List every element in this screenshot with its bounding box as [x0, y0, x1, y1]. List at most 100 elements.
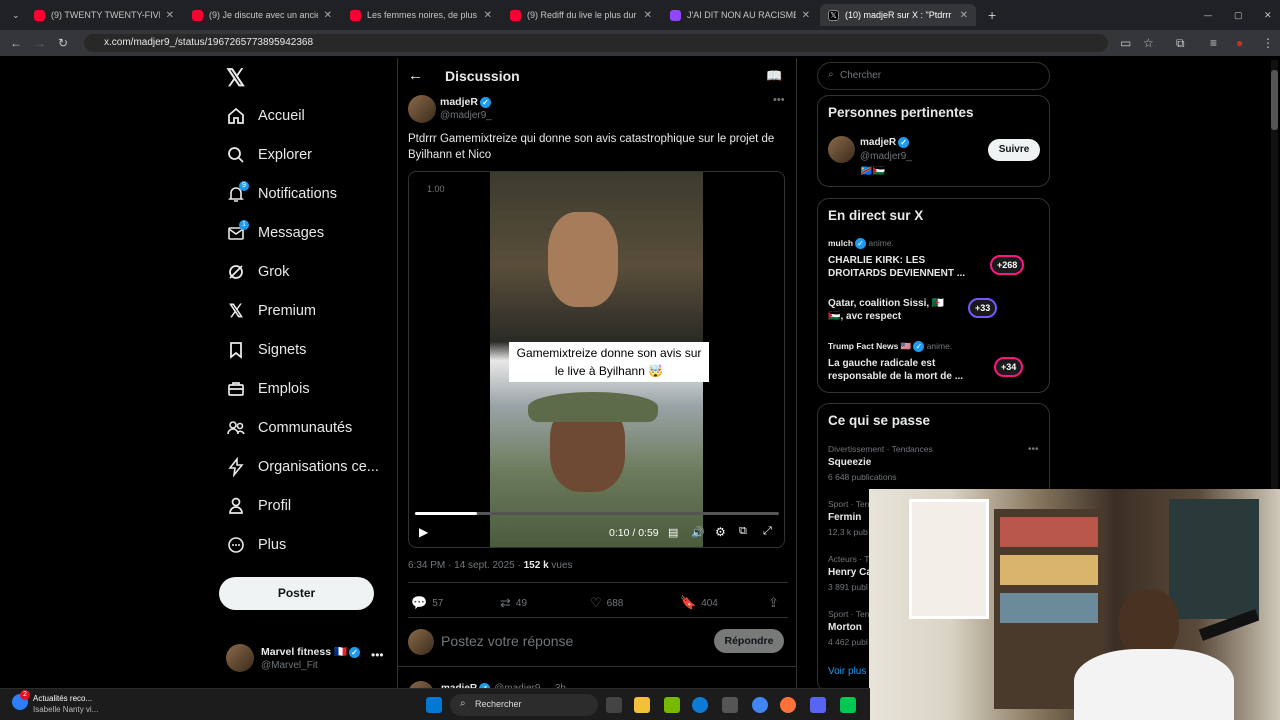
close-icon[interactable]: ✕ [166, 10, 174, 21]
live-item[interactable]: Trump Fact News 🇺🇸 ✓ anime. La gauche rad… [828, 341, 1043, 387]
captions-icon[interactable]: ▤ [668, 526, 678, 539]
post-more-icon[interactable]: ••• [773, 94, 785, 106]
repost-button[interactable]: ⇄ 49 [500, 595, 527, 611]
browser-tab-active[interactable]: 𝕏 (10) madjeR sur X : "Ptdrrr Gam ✕ [820, 4, 976, 26]
window-close-button[interactable]: ✕ [1256, 4, 1272, 26]
fullscreen-icon[interactable]: ⤢ [763, 525, 772, 538]
close-icon[interactable]: ✕ [484, 10, 492, 21]
taskbar-search[interactable]: ⌕ Rechercher [450, 694, 598, 716]
trend-item[interactable]: Divertissement · Tendances Squeezie 6 648 … [828, 444, 1043, 482]
task-view-icon[interactable] [606, 697, 622, 713]
trend-more-icon[interactable]: ••• [1028, 444, 1039, 455]
news-title[interactable]: Actualités reco... [33, 694, 92, 703]
trend-count: 6 648 publications [828, 472, 897, 482]
playback-speed[interactable]: 1.00 [427, 184, 445, 194]
sidebar-item-signets[interactable]: Signets [226, 340, 306, 360]
video-progress-track[interactable] [415, 512, 779, 515]
trend-count: 3 891 publ [828, 582, 868, 592]
sidebar-item-accueil[interactable]: Accueil [226, 106, 305, 126]
media-icon[interactable]: ≡ [1210, 36, 1217, 50]
edge-icon[interactable] [692, 697, 708, 713]
reload-icon[interactable]: ↻ [58, 36, 68, 50]
sidebar-item-notifications[interactable]: 9 Notifications [226, 181, 337, 204]
sidebar-item-emplois[interactable]: Emplois [226, 379, 310, 399]
news-widget-icon[interactable]: 2 [12, 690, 30, 710]
back-icon[interactable]: ← [10, 36, 22, 50]
avatar[interactable] [828, 136, 855, 163]
chrome-icon[interactable] [752, 697, 768, 713]
live-text: CHARLIE KIRK: LES DROITARDS DEVIENNENT .… [828, 255, 966, 280]
maximize-button[interactable]: ▢ [1226, 4, 1242, 26]
browser-tab[interactable]: (9) Je discute avec un ancien de ✕ [184, 4, 340, 26]
browser-tab[interactable]: J'AI DIT NON AU RACISME PET ✕ [662, 4, 818, 26]
search-input[interactable]: Chercher [840, 70, 881, 81]
x-logo-icon[interactable]: 𝕏 [226, 64, 245, 93]
author-avatar[interactable] [408, 95, 436, 123]
close-icon[interactable]: ✕ [802, 10, 810, 21]
sidebar-item-explorer[interactable]: Explorer [226, 145, 312, 165]
cast-icon[interactable]: ▭ [1120, 36, 1131, 50]
store-icon[interactable] [722, 697, 738, 713]
sidebar-item-messages[interactable]: 1 Messages [226, 220, 324, 243]
file-explorer-icon[interactable] [634, 697, 650, 713]
minimize-button[interactable]: — [1196, 4, 1212, 26]
trend-category: Sport · Ten [828, 609, 870, 619]
menu-icon[interactable]: ⋮ [1262, 36, 1274, 50]
twitch-icon [670, 9, 681, 21]
browser-tab[interactable]: (9) TWENTY TWENTY-FIVE ⭐ ✕ [26, 4, 182, 26]
show-more-link[interactable]: Voir plus [828, 666, 866, 677]
account-switcher[interactable]: Marvel fitness 🇫🇷 ✓ @Marvel_Fit ••• [226, 642, 396, 674]
trend-item[interactable]: Sport · Ten Fermin 12,3 k pub [828, 499, 869, 537]
app-icon[interactable] [840, 697, 856, 713]
forward-icon[interactable]: → [34, 36, 46, 50]
reader-icon[interactable]: 📖 [766, 68, 782, 84]
search-box[interactable]: ⌕ Chercher [817, 62, 1050, 90]
verified-icon: ✓ [913, 341, 925, 353]
sidebar-item-premium[interactable]: 𝕏 Premium [226, 301, 316, 321]
reply-input[interactable]: Postez votre réponse [441, 633, 573, 649]
like-button[interactable]: ♡ 688 [590, 595, 623, 611]
repost-count: 49 [515, 597, 528, 609]
url-field[interactable]: x.com/madjer9_/status/196726577389594236… [84, 34, 1108, 52]
firefox-icon[interactable] [780, 697, 796, 713]
windows-start-icon[interactable] [426, 697, 442, 713]
tab-list-button[interactable]: ⌄ [4, 4, 24, 26]
sidebar-item-organisations[interactable]: Organisations ce... [226, 457, 379, 477]
trend-item[interactable]: Sport · Ten Morton 4 462 publ [828, 609, 869, 647]
sidebar-item-communautes[interactable]: Communautés [226, 418, 352, 438]
video-player[interactable]: 1.00 Gamemixtreize donne son avis sur le… [408, 171, 785, 548]
post-button[interactable]: Poster [219, 577, 374, 610]
close-icon[interactable]: ✕ [324, 10, 332, 21]
extensions-icon[interactable]: ⧉ [1176, 36, 1185, 51]
live-item[interactable]: mulch ✓ anime. CHARLIE KIRK: LES DROITARD… [828, 238, 1043, 284]
discord-icon[interactable] [810, 697, 826, 713]
relevant-name[interactable]: madjeR [860, 137, 896, 148]
close-icon[interactable]: ✕ [644, 10, 652, 21]
follow-button[interactable]: Suivre [988, 139, 1040, 161]
bookmark-button[interactable]: 🔖 404 [680, 595, 718, 611]
author-name[interactable]: madjeR [440, 96, 478, 108]
nvidia-icon[interactable] [664, 697, 680, 713]
play-icon[interactable]: ▶ [419, 525, 428, 539]
trend-item[interactable]: Acteurs · T Henry Ca 3 891 publ [828, 554, 872, 592]
profile-icon[interactable]: ● [1236, 36, 1243, 50]
back-arrow-icon[interactable]: ← [408, 67, 423, 84]
reply-button[interactable]: 💬 57 [411, 595, 443, 611]
new-tab-button[interactable]: + [980, 4, 1000, 26]
star-icon[interactable]: ☆ [1143, 36, 1154, 50]
settings-icon[interactable]: ⚙ [715, 525, 726, 539]
close-icon[interactable]: ✕ [960, 10, 968, 21]
author-handle[interactable]: @madjer9_ [440, 110, 492, 121]
reply-submit-button[interactable]: Répondre [714, 629, 784, 653]
browser-tab[interactable]: Les femmes noires, de plus en p ✕ [342, 4, 500, 26]
share-button[interactable]: ⇪ [768, 595, 784, 611]
sidebar-item-plus[interactable]: Plus [226, 535, 286, 555]
sidebar-item-grok[interactable]: Grok [226, 262, 289, 282]
live-item[interactable]: Qatar, coalition Sissi, 🇩🇿 🇵🇸, avc respe… [828, 297, 1043, 327]
pip-icon[interactable]: ⧉ [739, 525, 747, 538]
taskbar: 2 Actualités reco... Isabelle Nanty vi..… [0, 688, 870, 720]
sidebar-item-profil[interactable]: Profil [226, 496, 291, 516]
browser-tab[interactable]: (9) Rediff du live le plus dur de ✕ [502, 4, 660, 26]
scrollbar-thumb[interactable] [1271, 70, 1278, 130]
volume-icon[interactable]: 🔊 [691, 526, 705, 539]
